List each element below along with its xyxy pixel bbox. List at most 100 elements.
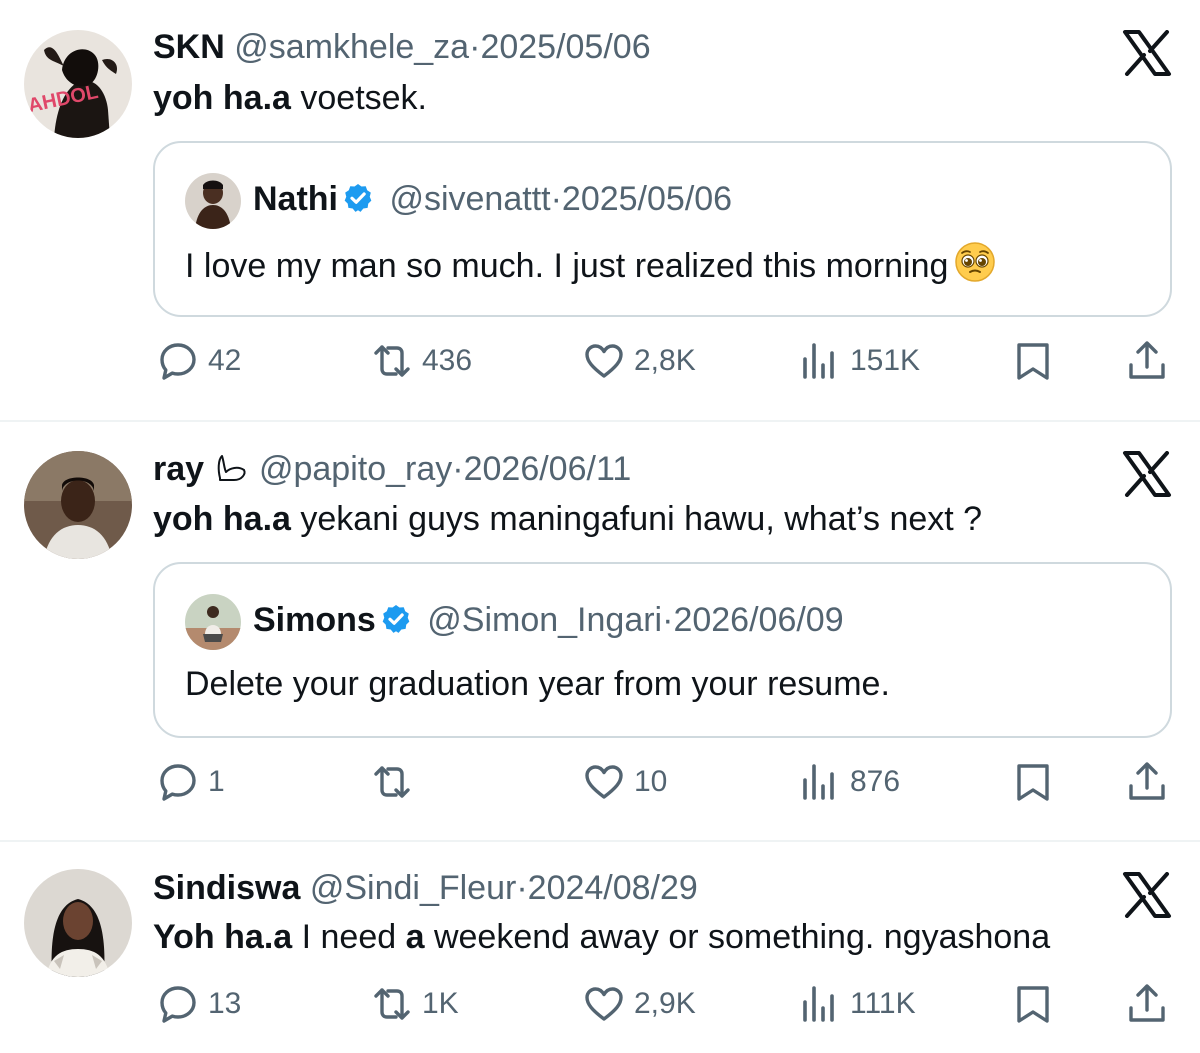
tweet-text-bold: Yoh ha.a: [153, 918, 293, 956]
tweet-text-bold: yoh ha.a: [153, 79, 291, 117]
separator-dot: ·: [550, 180, 562, 218]
avatar[interactable]: [24, 451, 132, 559]
like-button[interactable]: 2,8K: [582, 339, 696, 383]
bookmark-button[interactable]: [1011, 982, 1055, 1026]
tweet-2[interactable]: ray @papito_ray·2026/06/11 yoh ha.a yeka…: [0, 421, 1200, 841]
tweet-text-mid: I need: [292, 918, 406, 956]
display-name[interactable]: ray: [153, 450, 204, 488]
views-icon: [803, 764, 834, 800]
quoted-handle[interactable]: @Simon_Ingari: [427, 601, 662, 639]
like-button[interactable]: 10: [582, 760, 667, 804]
quoted-header: Nathi @sivenattt·2025/05/06: [253, 179, 732, 219]
separator-dot: ·: [516, 869, 528, 907]
share-icon: [1129, 341, 1165, 379]
tweet-date[interactable]: 2025/05/06: [480, 28, 650, 66]
views-button[interactable]: 876: [798, 760, 900, 804]
reply-count: 1: [208, 765, 225, 798]
quoted-display-name[interactable]: Simons: [253, 601, 376, 639]
handle[interactable]: @Sindi_Fleur: [310, 869, 517, 907]
reply-count: 13: [208, 987, 242, 1020]
avatar[interactable]: [24, 869, 132, 977]
tweet-text-rest: voetsek.: [290, 79, 428, 117]
bookmark-button[interactable]: [1011, 339, 1055, 383]
views-count: 151K: [850, 344, 921, 377]
share-button[interactable]: [1125, 982, 1169, 1026]
share-icon: [1129, 984, 1165, 1022]
tweet-text: Yoh ha.a I need a weekend away or someth…: [153, 917, 1050, 957]
quoted-text-content: I love my man so much. I just realized t…: [185, 247, 949, 285]
reply-icon: [160, 343, 196, 380]
quoted-avatar[interactable]: [185, 594, 241, 650]
bookmark-icon: [1017, 986, 1049, 1023]
reply-button[interactable]: 42: [156, 339, 241, 383]
views-count: 876: [850, 765, 901, 798]
handle[interactable]: @samkhele_za: [234, 28, 469, 66]
heart-icon: [585, 344, 623, 378]
tweet-header: ray @papito_ray·2026/06/11: [153, 449, 631, 489]
like-count: 10: [634, 765, 668, 798]
tweet-1[interactable]: AHDOL SKN @samkhele_za·2025/05/06 yoh ha…: [0, 0, 1200, 421]
like-count: 2,8K: [634, 344, 696, 377]
tweet-3[interactable]: Sindiswa @Sindi_Fleur·2024/08/29 Yoh ha.…: [0, 842, 1200, 1053]
tweet-header: SKN @samkhele_za·2025/05/06: [153, 27, 651, 67]
tweet-text-rest: weekend away or something. ngyashona: [424, 918, 1051, 956]
quoted-tweet[interactable]: Nathi @sivenattt·2025/05/06 I love my ma…: [153, 141, 1172, 317]
views-button[interactable]: 151K: [798, 339, 920, 383]
reply-icon: [160, 764, 196, 801]
tweet-text-bold: yoh ha.a: [153, 500, 291, 538]
reply-count: 42: [208, 344, 242, 377]
tweet-date[interactable]: 2024/08/29: [528, 869, 698, 907]
like-count: 2,9K: [634, 987, 696, 1020]
quoted-date[interactable]: 2025/05/06: [562, 180, 732, 218]
verified-badge-icon: [382, 605, 410, 633]
tweet-date[interactable]: 2026/06/11: [464, 450, 632, 488]
x-logo-icon[interactable]: [1122, 872, 1172, 918]
bookmark-button[interactable]: [1011, 760, 1055, 804]
separator-dot: ·: [662, 601, 674, 639]
share-button[interactable]: [1125, 339, 1169, 383]
quoted-tweet[interactable]: Simons @Simon_Ingari·2026/06/09 Delete y…: [153, 562, 1172, 738]
repost-button[interactable]: 436: [370, 339, 472, 383]
heart-icon: [585, 765, 623, 799]
tweet-text-rest: yekani guys maningafuni hawu, what’s nex…: [290, 500, 983, 538]
tweet-text-bold-2: a: [405, 918, 425, 956]
like-button[interactable]: 2,9K: [582, 982, 696, 1026]
repost-count: 436: [422, 344, 473, 377]
quoted-text-content: Delete your graduation year from your re…: [185, 665, 890, 703]
avatar[interactable]: AHDOL: [24, 30, 132, 138]
share-button[interactable]: [1125, 760, 1169, 804]
views-icon: [803, 986, 834, 1022]
quoted-date[interactable]: 2026/06/09: [673, 601, 843, 639]
repost-count: 1K: [422, 987, 459, 1020]
separator-dot: ·: [469, 28, 481, 66]
bookmark-icon: [1017, 764, 1049, 801]
pleading-face-icon: [955, 242, 996, 282]
verified-badge-icon: [344, 184, 372, 212]
separator-dot: ·: [452, 450, 464, 488]
quoted-avatar[interactable]: [185, 173, 241, 229]
repost-button[interactable]: 1K: [370, 982, 459, 1026]
heart-icon: [585, 987, 623, 1021]
display-name[interactable]: SKN: [153, 28, 225, 66]
reply-button[interactable]: 1: [156, 760, 225, 804]
tweet-text: yoh ha.a voetsek.: [153, 78, 427, 118]
tweet-header: Sindiswa @Sindi_Fleur·2024/08/29: [153, 868, 698, 908]
quoted-display-name[interactable]: Nathi: [253, 180, 338, 218]
tweet-text: yoh ha.a yekani guys maningafuni hawu, w…: [153, 499, 982, 539]
views-button[interactable]: 111K: [798, 982, 916, 1026]
reply-button[interactable]: 13: [156, 982, 241, 1026]
views-count: 111K: [850, 987, 916, 1020]
share-icon: [1129, 762, 1165, 800]
repost-icon: [374, 988, 410, 1020]
quoted-handle[interactable]: @sivenattt: [389, 180, 550, 218]
bookmark-icon: [1017, 343, 1049, 380]
display-name[interactable]: Sindiswa: [153, 869, 300, 907]
repost-button[interactable]: [370, 760, 422, 804]
reply-icon: [160, 986, 196, 1023]
views-icon: [803, 343, 834, 379]
quoted-header: Simons @Simon_Ingari·2026/06/09: [253, 600, 844, 640]
quoted-text: Delete your graduation year from your re…: [185, 662, 890, 706]
x-logo-icon[interactable]: [1122, 451, 1172, 497]
handle[interactable]: @papito_ray: [259, 450, 452, 488]
x-logo-icon[interactable]: [1122, 30, 1172, 76]
